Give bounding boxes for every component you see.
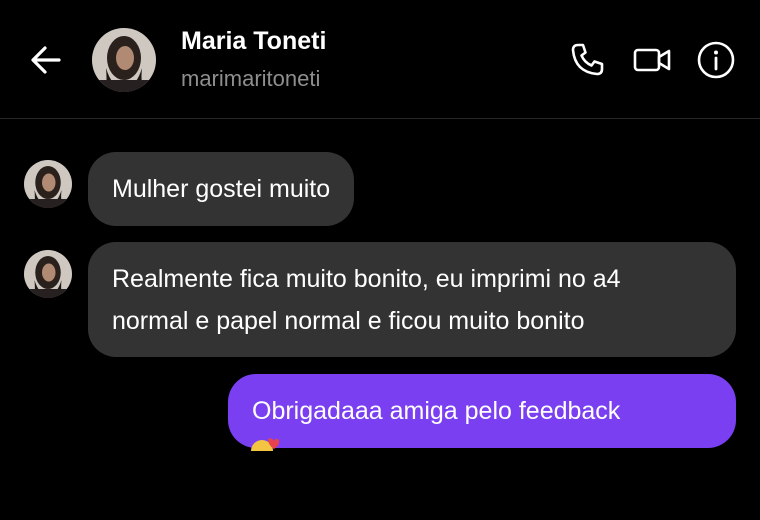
video-call-button[interactable] — [632, 40, 672, 80]
phone-icon — [571, 43, 604, 76]
avatar-photo — [24, 250, 72, 298]
message-bubble-incoming[interactable]: Mulher gostei muito — [88, 152, 355, 226]
voice-call-button[interactable] — [567, 40, 607, 80]
message-text-line: normal e papel normal e ficou muito boni… — [112, 307, 585, 335]
contact-name[interactable]: Maria Toneti — [181, 27, 326, 56]
info-icon — [697, 41, 735, 79]
chat-header: Maria Toneti marimaritoneti — [0, 0, 760, 119]
message-text-line: Realmente fica muito bonito, eu imprimi … — [112, 265, 621, 293]
sender-avatar[interactable] — [24, 160, 72, 208]
message-bubble-outgoing[interactable]: Obrigadaaa amiga pelo feedback — [228, 374, 736, 448]
avatar-photo — [92, 28, 156, 92]
conversation-info-button[interactable] — [696, 40, 736, 80]
emoji-reaction[interactable] — [248, 437, 280, 451]
contact-username: marimaritoneti — [181, 66, 321, 91]
message-text: Obrigadaaa amiga pelo feedback — [252, 397, 621, 425]
message-text: Mulher gostei muito — [112, 175, 331, 203]
arrow-left-icon — [31, 46, 61, 74]
sender-avatar[interactable] — [24, 250, 72, 298]
avatar-photo — [24, 160, 72, 208]
contact-avatar[interactable] — [92, 28, 156, 92]
back-button[interactable] — [26, 40, 66, 80]
video-camera-icon — [633, 48, 671, 72]
emoji-icon — [251, 438, 280, 451]
message-bubble-incoming[interactable]: Realmente fica muito bonito, eu imprimi … — [88, 242, 736, 357]
chat-screen: Maria Toneti marimaritoneti Mulher goste… — [0, 0, 760, 520]
